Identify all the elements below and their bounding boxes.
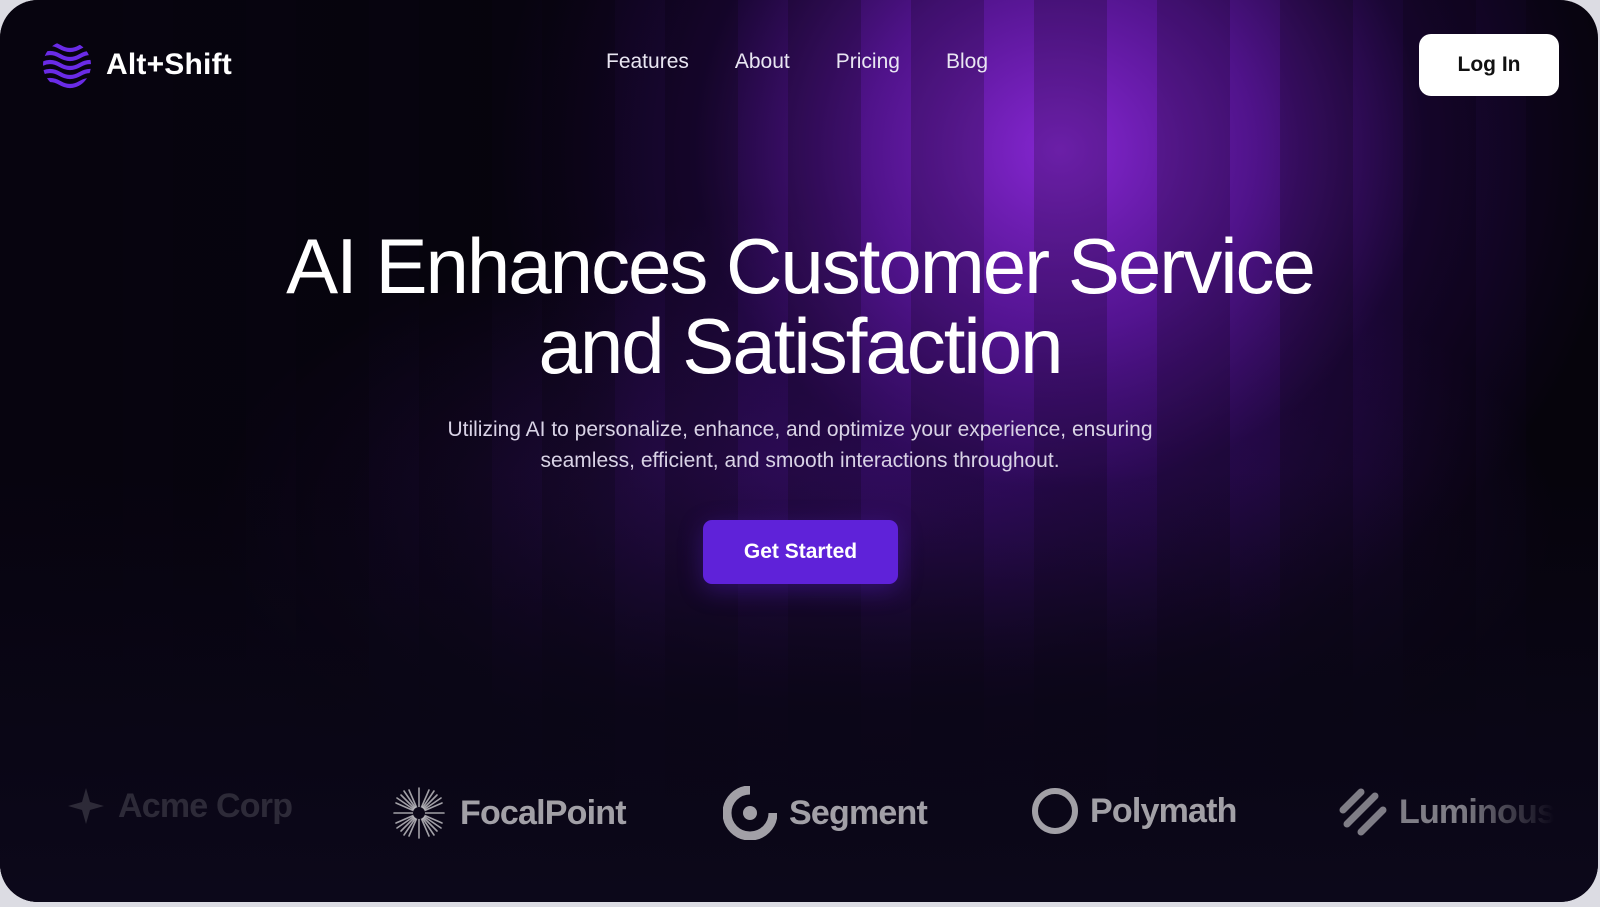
logo-luminous: Luminous	[1337, 786, 1556, 838]
hero-title-line-2: and Satisfaction	[538, 302, 1063, 390]
logo-name: Segment	[789, 793, 928, 832]
logo-name: Luminous	[1399, 792, 1556, 831]
wave-sphere-icon	[43, 41, 91, 89]
nav-links: Features About Pricing Blog	[606, 50, 1034, 74]
brand-name: Alt+Shift	[106, 48, 232, 81]
ring-icon	[1032, 788, 1078, 834]
nav-link-about[interactable]: About	[735, 50, 790, 74]
get-started-button[interactable]: Get Started	[703, 520, 898, 584]
hero-title-line-1: AI Enhances Customer Service	[286, 222, 1316, 310]
hero-subtitle-line-1: Utilizing AI to personalize, enhance, an…	[447, 418, 1153, 441]
starburst-icon	[393, 787, 445, 839]
segment-ring-icon	[723, 786, 777, 840]
nav-link-pricing[interactable]: Pricing	[836, 50, 900, 74]
logo-focalpoint: FocalPoint	[392, 786, 627, 840]
hero-subtitle: Utilizing AI to personalize, enhance, an…	[0, 414, 1598, 476]
logo-name: Polymath	[1090, 791, 1237, 830]
partner-logos: Acme Corp FocalPoint Segment Polymath Lu…	[0, 780, 1598, 846]
diagonal-stripes-icon	[1339, 788, 1387, 836]
page-frame: Alt+Shift Features About Pricing Blog Lo…	[0, 0, 1598, 902]
nav-link-features[interactable]: Features	[606, 50, 689, 74]
logo-acme-corp: Acme Corp	[66, 786, 293, 826]
logo-name: Acme Corp	[118, 786, 293, 825]
logo-segment: Segment	[723, 786, 928, 840]
logo-polymath: Polymath	[1030, 786, 1237, 836]
top-navigation: Alt+Shift Features About Pricing Blog Lo…	[0, 0, 1598, 130]
nav-link-blog[interactable]: Blog	[946, 50, 988, 74]
login-button[interactable]: Log In	[1419, 34, 1559, 96]
brand-logo[interactable]: Alt+Shift	[42, 40, 232, 90]
hero-title: AI Enhances Customer Service and Satisfa…	[0, 226, 1598, 386]
logo-name: FocalPoint	[460, 793, 627, 832]
sparkle-icon	[68, 788, 104, 824]
hero-subtitle-line-2: seamless, efficient, and smooth interact…	[540, 449, 1060, 472]
